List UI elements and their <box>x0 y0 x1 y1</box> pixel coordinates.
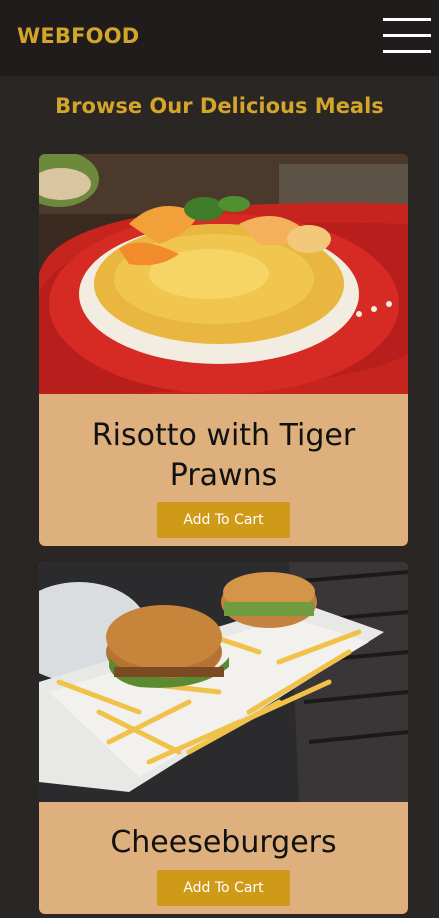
add-to-cart-button[interactable]: Add To Cart <box>157 870 290 906</box>
risotto-photo <box>39 154 408 394</box>
page-title: Browse Our Delicious Meals <box>55 94 384 118</box>
brand-logo[interactable]: WEBFOOD <box>17 24 139 48</box>
add-to-cart-button[interactable]: Add To Cart <box>157 502 290 538</box>
cheeseburgers-photo <box>39 562 408 802</box>
meal-card-body: Cheeseburgers <box>39 802 408 863</box>
meal-card: Cheeseburgers Add To Cart <box>39 562 408 914</box>
hamburger-line <box>383 18 431 21</box>
meal-name: Risotto with Tiger Prawns <box>91 418 356 493</box>
hamburger-line <box>383 50 431 53</box>
meal-name: Cheeseburgers <box>110 825 337 860</box>
meal-card: Risotto with Tiger Prawns Add To Cart <box>39 154 408 546</box>
hamburger-menu-icon[interactable] <box>383 18 431 54</box>
hamburger-line <box>383 34 431 37</box>
top-navbar: WEBFOOD <box>0 0 439 76</box>
meal-card-body: Risotto with Tiger Prawns <box>39 394 408 496</box>
